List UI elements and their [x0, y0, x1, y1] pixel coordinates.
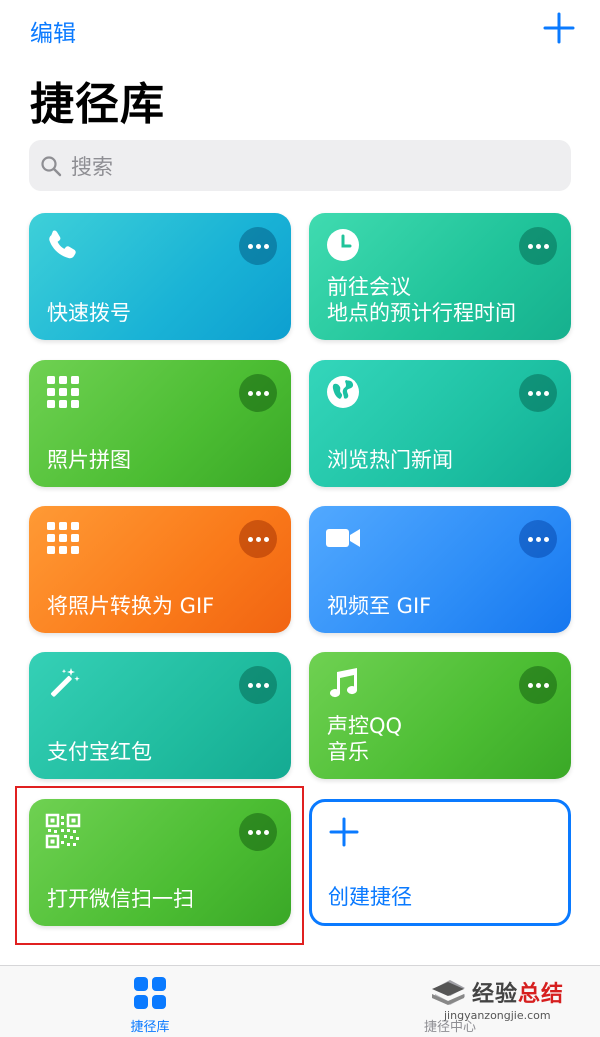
page-title: 捷径库: [30, 79, 165, 130]
magic-wand-icon: [45, 666, 81, 702]
library-grid-icon: [133, 976, 167, 1010]
more-button[interactable]: [239, 374, 277, 412]
search-input[interactable]: 搜索: [29, 140, 571, 191]
watermark: 经验总结 jingyanzongjie.com: [428, 974, 598, 1030]
grid-icon: [45, 520, 81, 556]
search-icon: [41, 155, 62, 176]
phone-icon: [45, 227, 81, 263]
more-button[interactable]: [519, 374, 557, 412]
grid-icon: [45, 374, 81, 410]
shortcut-label: 将照片转换为 GIF: [47, 594, 215, 618]
globe-icon: [325, 374, 361, 410]
more-button[interactable]: [519, 520, 557, 558]
plus-icon: [543, 12, 575, 44]
shortcut-label: 前往会议 地点的预计行程时间: [327, 275, 516, 325]
more-button[interactable]: [519, 666, 557, 704]
tab-label: 捷径库: [130, 1020, 170, 1035]
shortcut-card-voice-qq-music[interactable]: 声控QQ 音乐: [309, 652, 571, 779]
more-button[interactable]: [519, 227, 557, 265]
video-camera-icon: [325, 520, 361, 556]
watermark-brand: 经验总结: [472, 982, 565, 1007]
tab-library[interactable]: 捷径库: [90, 976, 210, 1035]
clock-icon: [325, 227, 361, 263]
shortcut-label: 声控QQ 音乐: [327, 714, 403, 764]
create-shortcut-button[interactable]: 创建捷径: [309, 799, 571, 926]
shortcut-card-video-to-gif[interactable]: 视频至 GIF: [309, 506, 571, 633]
search-placeholder: 搜索: [71, 154, 113, 179]
edit-button[interactable]: 编辑: [30, 14, 76, 48]
music-note-icon: [325, 666, 361, 702]
watermark-logo-icon: [430, 980, 466, 1010]
shortcut-card-photo-collage[interactable]: 照片拼图: [29, 360, 291, 487]
shortcut-card-alipay-red-packet[interactable]: 支付宝红包: [29, 652, 291, 779]
shortcut-card-top-news[interactable]: 浏览热门新闻: [309, 360, 571, 487]
plus-icon: [326, 814, 362, 850]
shortcut-label: 照片拼图: [47, 448, 131, 472]
shortcut-card-speed-dial[interactable]: 快速拨号: [29, 213, 291, 340]
shortcut-label: 浏览热门新闻: [327, 448, 453, 472]
more-button[interactable]: [239, 666, 277, 704]
add-shortcut-button[interactable]: [541, 10, 577, 46]
more-button[interactable]: [239, 227, 277, 265]
highlight-annotation-box: [15, 786, 304, 945]
more-button[interactable]: [239, 520, 277, 558]
shortcut-card-photos-to-gif[interactable]: 将照片转换为 GIF: [29, 506, 291, 633]
shortcut-card-meeting-eta[interactable]: 前往会议 地点的预计行程时间: [309, 213, 571, 340]
shortcut-label: 快速拨号: [47, 301, 131, 325]
create-shortcut-label: 创建捷径: [328, 885, 412, 909]
shortcut-label: 支付宝红包: [47, 740, 152, 764]
shortcut-label: 视频至 GIF: [327, 594, 432, 618]
watermark-url: jingyanzongjie.com: [444, 1009, 551, 1022]
